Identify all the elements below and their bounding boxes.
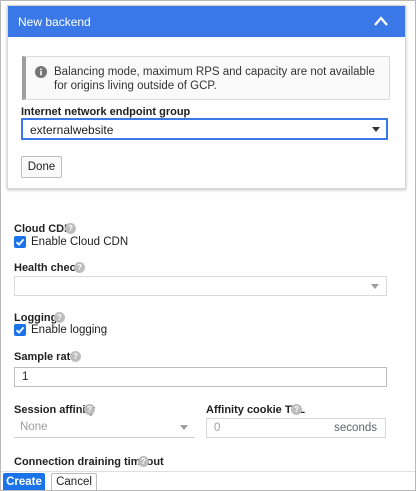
cloud-cdn-label: Cloud CDN xyxy=(14,223,73,235)
seconds-unit: seconds xyxy=(334,422,377,434)
neg-select-value: externalwebsite xyxy=(30,123,114,137)
enable-cloud-cdn-checkbox[interactable] xyxy=(14,236,26,248)
sample-rate-input[interactable]: 1 xyxy=(14,367,387,387)
info-notice: Balancing mode, maximum RPS and capacity… xyxy=(22,56,390,100)
sample-rate-value: 1 xyxy=(22,371,29,383)
neg-label: Internet network endpoint group xyxy=(21,106,191,118)
help-icon[interactable]: ? xyxy=(54,312,65,323)
health-check-select[interactable] xyxy=(14,276,387,296)
done-button[interactable]: Done xyxy=(21,156,62,178)
dropdown-arrow-icon xyxy=(371,284,379,289)
backend-form: New backend Balancing mode, maximum RPS … xyxy=(0,0,416,491)
sample-rate-label: Sample rate xyxy=(14,351,77,363)
session-affinity-value: None xyxy=(20,421,48,433)
help-icon[interactable]: ? xyxy=(65,223,76,234)
notice-text: Balancing mode, maximum RPS and capacity… xyxy=(54,66,375,92)
session-affinity-select: None xyxy=(14,418,195,438)
help-icon[interactable]: ? xyxy=(291,404,302,415)
enable-logging-checkbox[interactable] xyxy=(14,324,26,336)
help-icon[interactable]: ? xyxy=(84,404,95,415)
cancel-button[interactable]: Cancel xyxy=(51,473,97,490)
panel-title: New backend xyxy=(18,15,91,29)
enable-logging-label[interactable]: Enable logging xyxy=(31,324,107,336)
neg-select[interactable]: externalwebsite xyxy=(21,118,388,140)
affinity-cookie-ttl-input: 0 seconds xyxy=(206,418,386,438)
create-button[interactable]: Create xyxy=(3,473,45,490)
dropdown-arrow-icon xyxy=(372,127,380,132)
info-icon xyxy=(35,66,47,78)
check-icon xyxy=(15,326,25,334)
help-icon[interactable]: ? xyxy=(74,262,85,273)
logging-label: Logging xyxy=(14,312,58,324)
affinity-cookie-ttl-value: 0 xyxy=(214,422,221,434)
health-check-label: Health check xyxy=(14,262,82,274)
help-icon[interactable]: ? xyxy=(70,351,81,362)
help-icon[interactable]: ? xyxy=(138,456,149,467)
dropdown-arrow-icon xyxy=(180,425,188,430)
panel-header[interactable]: New backend xyxy=(8,6,405,37)
chevron-up-icon[interactable] xyxy=(373,15,389,27)
enable-cloud-cdn-label[interactable]: Enable Cloud CDN xyxy=(31,236,128,248)
new-backend-panel: New backend Balancing mode, maximum RPS … xyxy=(7,5,406,189)
check-icon xyxy=(15,238,25,246)
